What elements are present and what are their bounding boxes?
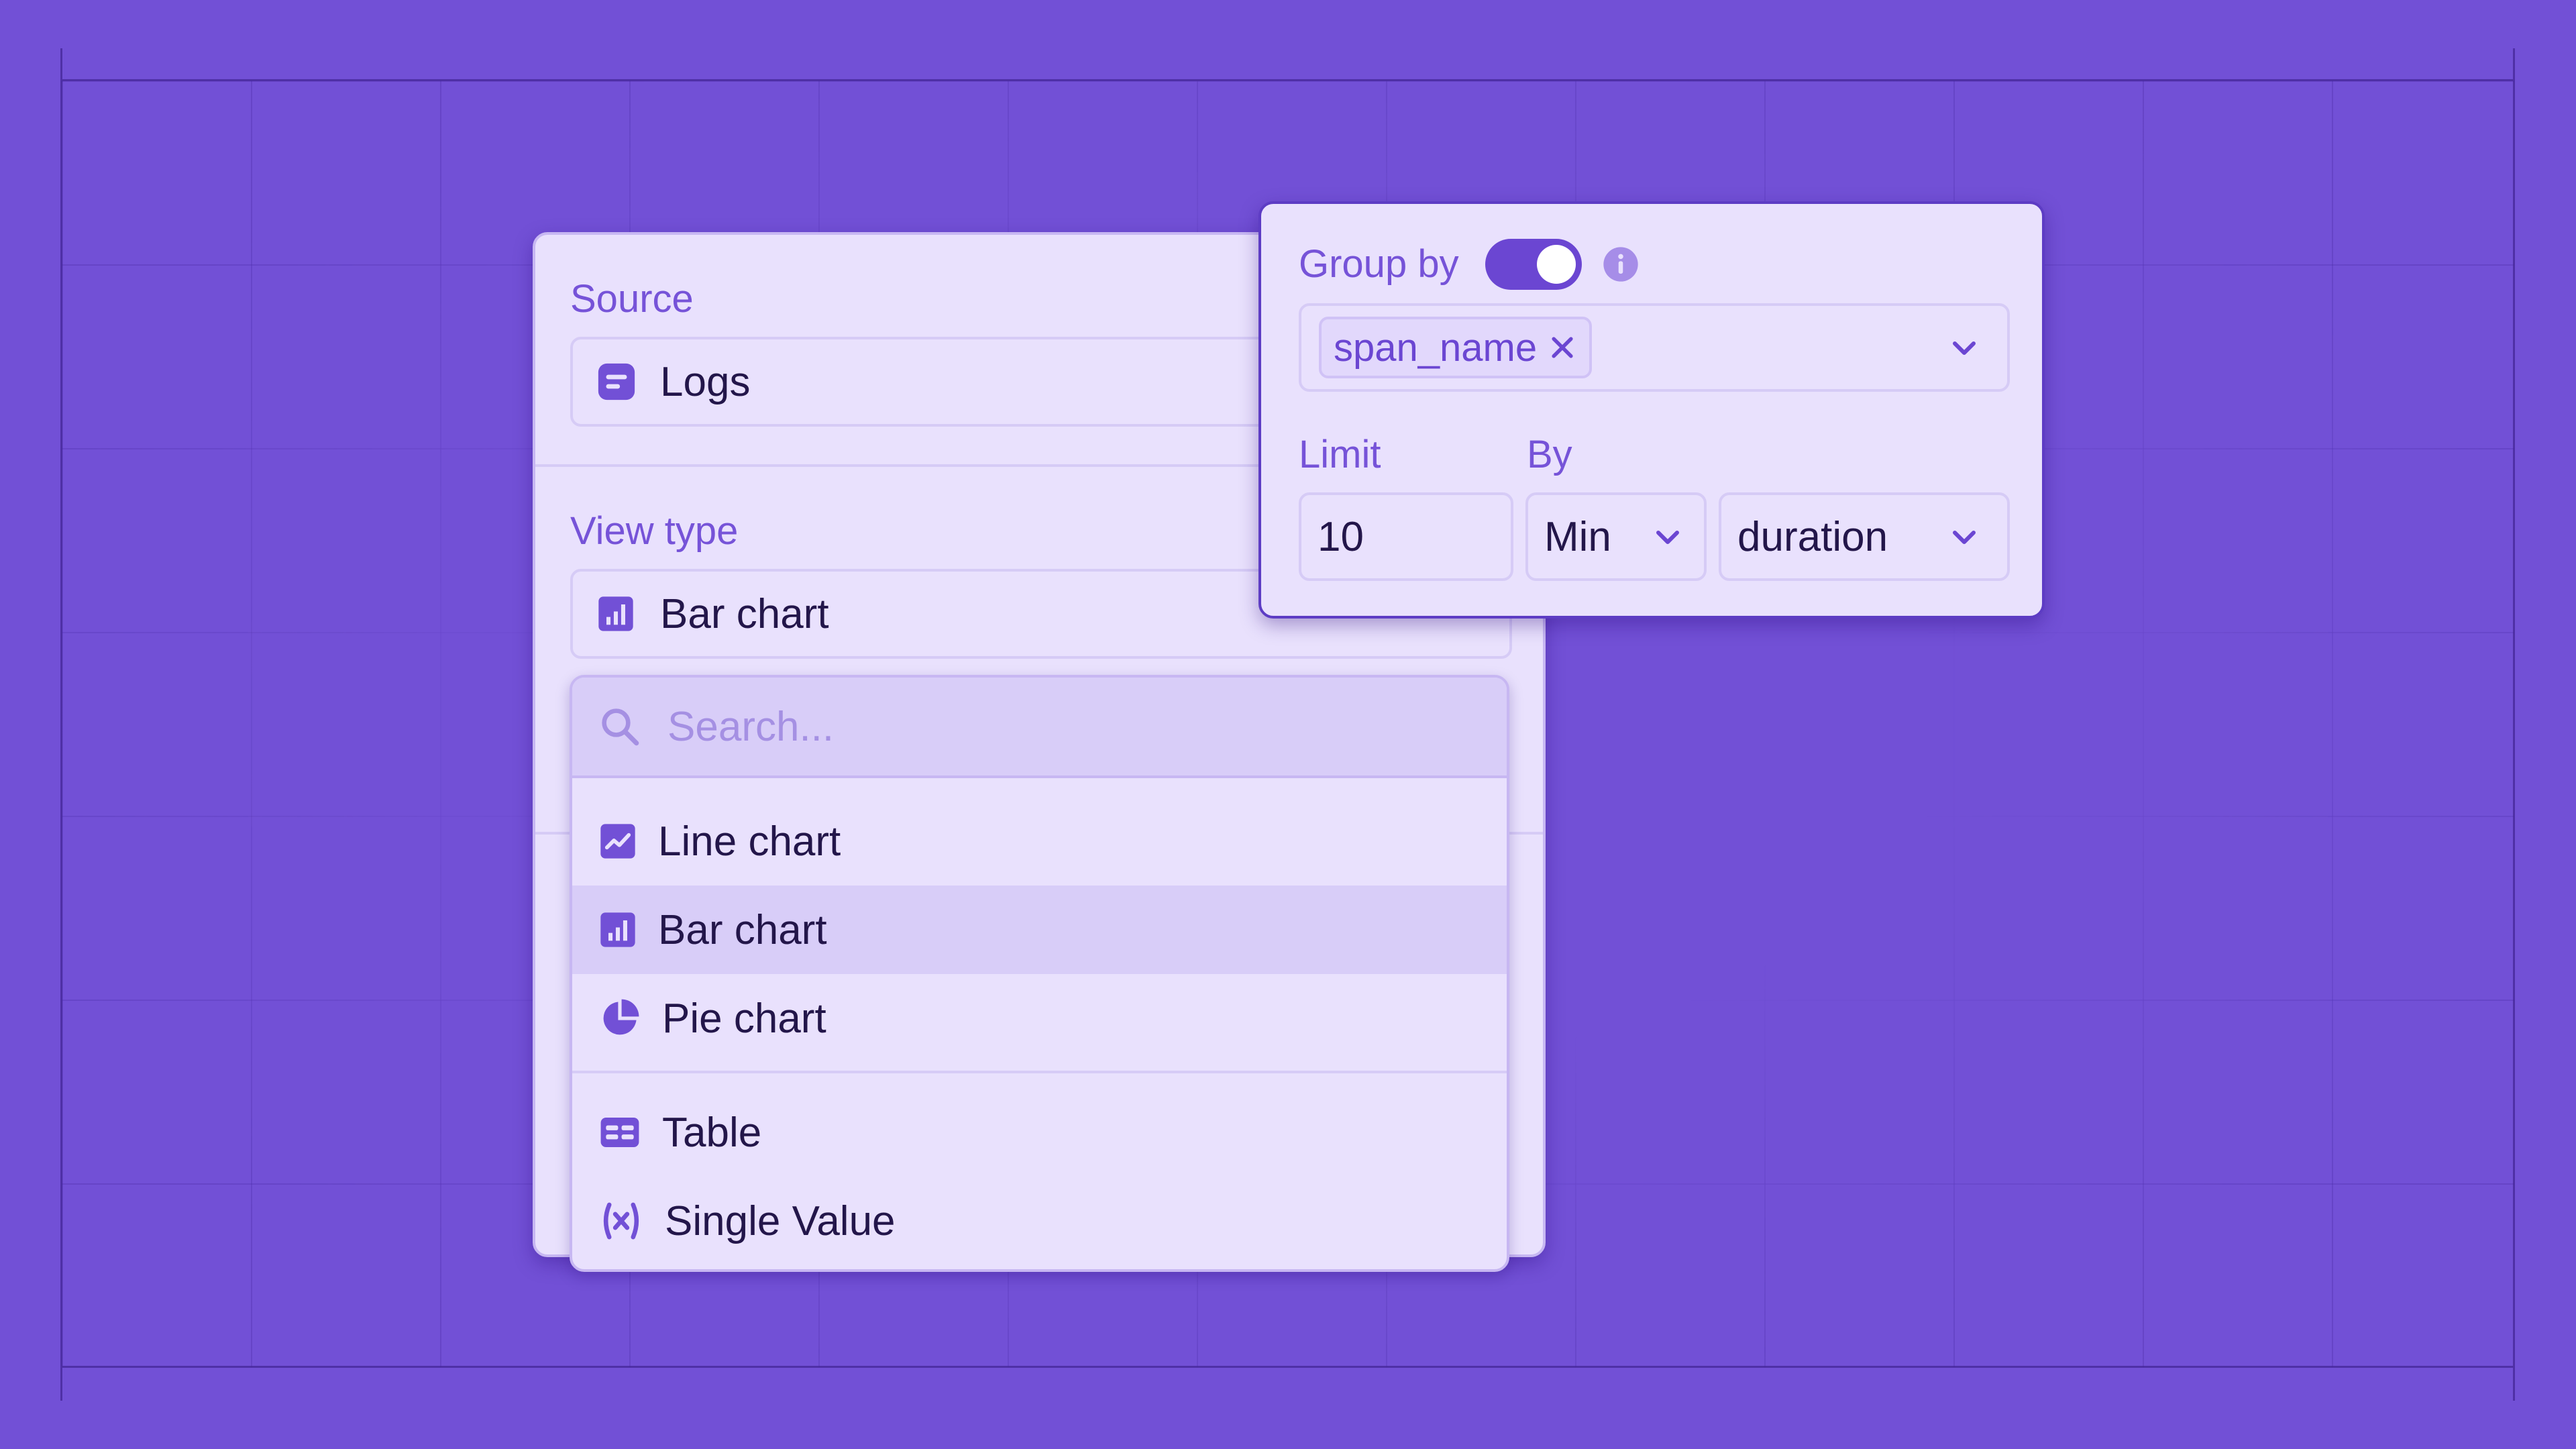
pie-chart-icon: [599, 998, 641, 1039]
by-field-select[interactable]: duration: [1719, 492, 2010, 581]
menu-item-line-chart[interactable]: Line chart: [572, 797, 1507, 885]
aggregate-value: Min: [1544, 513, 1611, 560]
group-by-toggle[interactable]: [1485, 239, 1582, 290]
aggregate-select[interactable]: Min: [1525, 492, 1707, 581]
dropdown-search[interactable]: Search...: [572, 678, 1507, 778]
view-type-label: View type: [570, 509, 739, 553]
menu-item-bar-chart[interactable]: Bar chart: [572, 885, 1507, 974]
menu-item-label: Table: [662, 1109, 762, 1156]
limit-input[interactable]: 10: [1299, 492, 1513, 581]
chevron-down-icon: [1948, 521, 1980, 553]
group-by-popover: Group by span_name Limit By 10 Min durat…: [1258, 201, 2045, 619]
chevron-down-icon: [1652, 521, 1684, 553]
close-icon[interactable]: [1548, 333, 1577, 362]
info-icon[interactable]: [1602, 246, 1640, 283]
view-type-dropdown: Search... Line chart Bar chart Pie chart…: [570, 675, 1509, 1272]
menu-item-label: Bar chart: [658, 906, 827, 953]
bar-chart-icon: [597, 595, 635, 633]
bar-chart-icon: [599, 911, 637, 949]
source-value: Logs: [660, 358, 751, 405]
menu-divider: [572, 1071, 1507, 1073]
limit-value: 10: [1318, 513, 1364, 560]
by-label: By: [1527, 433, 1572, 476]
toggle-knob: [1537, 245, 1576, 284]
limit-label: Limit: [1299, 433, 1381, 476]
group-by-label: Group by: [1299, 242, 1459, 286]
menu-item-table[interactable]: Table: [572, 1088, 1507, 1177]
source-label: Source: [570, 277, 694, 321]
group-by-tag: span_name: [1319, 317, 1593, 378]
menu-item-label: Pie chart: [662, 995, 826, 1042]
menu-item-pie-chart[interactable]: Pie chart: [572, 974, 1507, 1063]
search-icon: [598, 704, 642, 749]
logs-icon: [596, 361, 637, 402]
view-type-value: Bar chart: [660, 590, 829, 637]
table-icon: [599, 1112, 641, 1153]
chevron-down-icon: [1948, 331, 1980, 364]
menu-item-label: Single Value: [665, 1197, 896, 1244]
menu-item-label: Line chart: [658, 818, 841, 865]
search-input[interactable]: Search...: [667, 703, 834, 751]
tag-label: span_name: [1334, 325, 1538, 370]
group-by-select[interactable]: span_name: [1299, 303, 2010, 392]
menu-item-single-value[interactable]: Single Value: [572, 1177, 1507, 1265]
by-field-value: duration: [1737, 513, 1888, 560]
line-chart-icon: [599, 822, 637, 860]
variable-icon: [599, 1200, 643, 1242]
